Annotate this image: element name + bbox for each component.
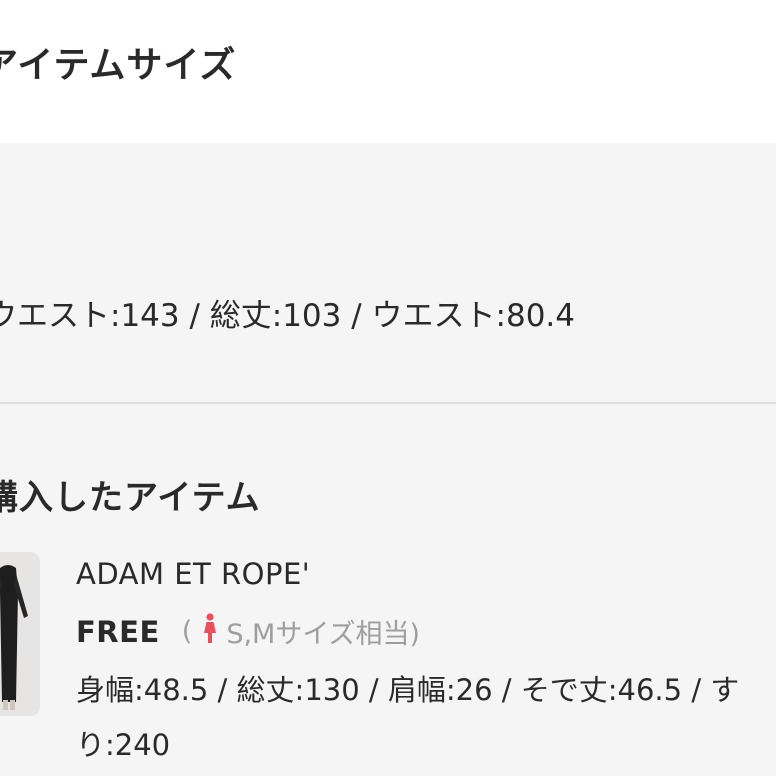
size-note-paren: ( <box>181 616 193 647</box>
item-measurements: ウエスト:143 / 総丈:103 / ウエスト:80.4 <box>0 298 575 334</box>
item-size-label: FREE <box>76 614 160 649</box>
item-size-heading: アイテムサイズ <box>0 45 237 86</box>
item-size-panel: アイテムサイズ ウエスト:143 / 総丈:103 / ウエスト:80.4 購入… <box>0 0 776 776</box>
item-brand-name[interactable]: ADAM ET ROPE' <box>76 557 310 591</box>
size-equivalent-note: ( S,Mサイズ相当) <box>182 612 420 651</box>
section-divider <box>0 402 776 404</box>
female-person-icon <box>202 613 218 650</box>
size-equivalent-text: S,Mサイズ相当) <box>226 619 421 650</box>
item-photo <box>0 552 40 716</box>
item-size-row: FREE ( S,Mサイズ相当) <box>76 612 420 651</box>
purchased-items-heading: 購入したアイテム <box>0 478 261 518</box>
item-thumbnail[interactable] <box>0 552 40 716</box>
item-measurements-line-1: 身幅:48.5 / 総丈:130 / 肩幅:26 / そで丈:46.5 / す <box>76 673 740 707</box>
item-measurements-line-2: り:240 <box>76 728 171 762</box>
